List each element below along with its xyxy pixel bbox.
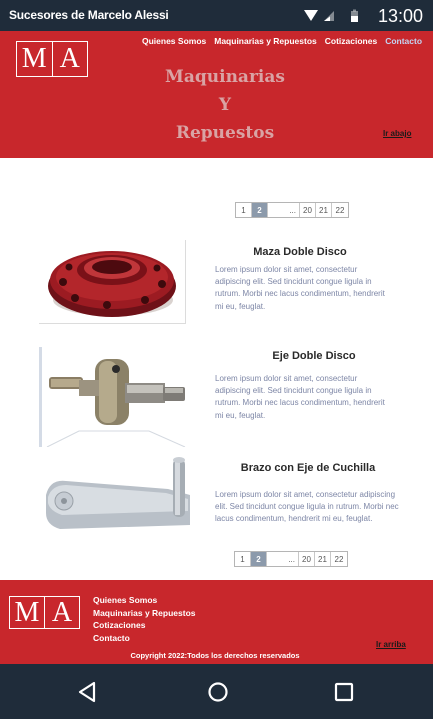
status-bar-time: 13:00 xyxy=(378,6,424,26)
footer-link-contacto[interactable]: Contacto xyxy=(93,633,196,645)
product-description: Lorem ipsum dolor sit amet, consectetur … xyxy=(215,490,399,524)
logo-letter-a: A xyxy=(44,597,79,628)
page-link[interactable]: 22 xyxy=(331,552,347,566)
site-footer: M A Quienes Somos Maquinarias y Repuesto… xyxy=(0,580,433,664)
pagination-bottom: 1 2 ... 20 21 22 xyxy=(234,551,348,567)
home-icon[interactable] xyxy=(204,678,232,706)
page-link[interactable]: 1 xyxy=(235,552,251,566)
status-bar-title: Sucesores de Marcelo Alessi xyxy=(9,8,169,22)
product-title[interactable]: Maza Doble Disco xyxy=(214,246,386,258)
battery-icon xyxy=(351,9,358,22)
recent-apps-icon[interactable] xyxy=(330,678,358,706)
page-link[interactable]: 20 xyxy=(300,203,316,217)
page-title-line: Repuestos xyxy=(175,123,275,143)
page-link-current[interactable]: 2 xyxy=(252,203,268,217)
status-bar: Sucesores de Marcelo Alessi 13:00 xyxy=(0,0,433,31)
product-image-maza[interactable] xyxy=(39,240,186,324)
wifi-icon xyxy=(304,10,318,21)
logo-letter-m: M xyxy=(21,43,47,74)
page-link-current[interactable]: 2 xyxy=(251,552,267,566)
page-title-line: Y xyxy=(218,95,232,115)
nav-item-quienes-somos[interactable]: Quienes Somos xyxy=(142,36,206,46)
footer-link-quienes-somos[interactable]: Quienes Somos xyxy=(93,595,196,607)
main-nav: Quienes Somos Maquinarias y Repuestos Co… xyxy=(142,36,422,46)
back-icon[interactable] xyxy=(74,678,102,706)
product-description: Lorem ipsum dolor sit amet, consectetur … xyxy=(215,374,385,420)
page-ellipsis: ... xyxy=(267,552,299,566)
product-title[interactable]: Brazo con Eje de Cuchilla xyxy=(238,462,378,474)
product-image-brazo[interactable] xyxy=(42,455,194,531)
footer-nav: Quienes Somos Maquinarias y Repuestos Co… xyxy=(93,595,196,644)
signal-icon xyxy=(324,11,334,21)
system-nav-bar xyxy=(0,664,433,719)
jump-down-link[interactable]: Ir abajo xyxy=(383,129,411,138)
page-link[interactable]: 20 xyxy=(299,552,315,566)
nav-item-cotizaciones[interactable]: Cotizaciones xyxy=(325,36,377,46)
footer-logo[interactable]: M A xyxy=(9,596,80,629)
page-title: Maquinarias Y Repuestos xyxy=(150,63,300,147)
site-logo[interactable]: M A xyxy=(16,41,88,77)
page-title-line: Maquinarias xyxy=(165,67,285,87)
product-image-eje[interactable] xyxy=(39,347,189,447)
page-ellipsis: ... xyxy=(268,203,300,217)
page-link[interactable]: 1 xyxy=(236,203,252,217)
product-description: Lorem ipsum dolor sit amet, consectetur … xyxy=(215,265,385,311)
logo-letter-a: A xyxy=(51,42,88,76)
page-link[interactable]: 22 xyxy=(332,203,348,217)
status-icons xyxy=(304,9,358,22)
pagination-top: 1 2 ... 20 21 22 xyxy=(235,202,349,218)
page-link[interactable]: 21 xyxy=(315,552,331,566)
footer-link-cotizaciones[interactable]: Cotizaciones xyxy=(93,620,196,632)
nav-item-contacto[interactable]: Contacto xyxy=(385,36,422,46)
product-title[interactable]: Eje Doble Disco xyxy=(252,350,376,362)
footer-link-maquinarias[interactable]: Maquinarias y Repuestos xyxy=(93,608,196,620)
page-link[interactable]: 21 xyxy=(316,203,332,217)
nav-item-maquinarias[interactable]: Maquinarias y Repuestos xyxy=(214,36,317,46)
copyright-text: Copyright 2022:Todos los derechos reserv… xyxy=(130,651,300,660)
site-header: M A Quienes Somos Maquinarias y Repuesto… xyxy=(0,31,433,158)
logo-letter-m: M xyxy=(14,596,40,628)
jump-up-link[interactable]: Ir arriba xyxy=(376,640,406,649)
